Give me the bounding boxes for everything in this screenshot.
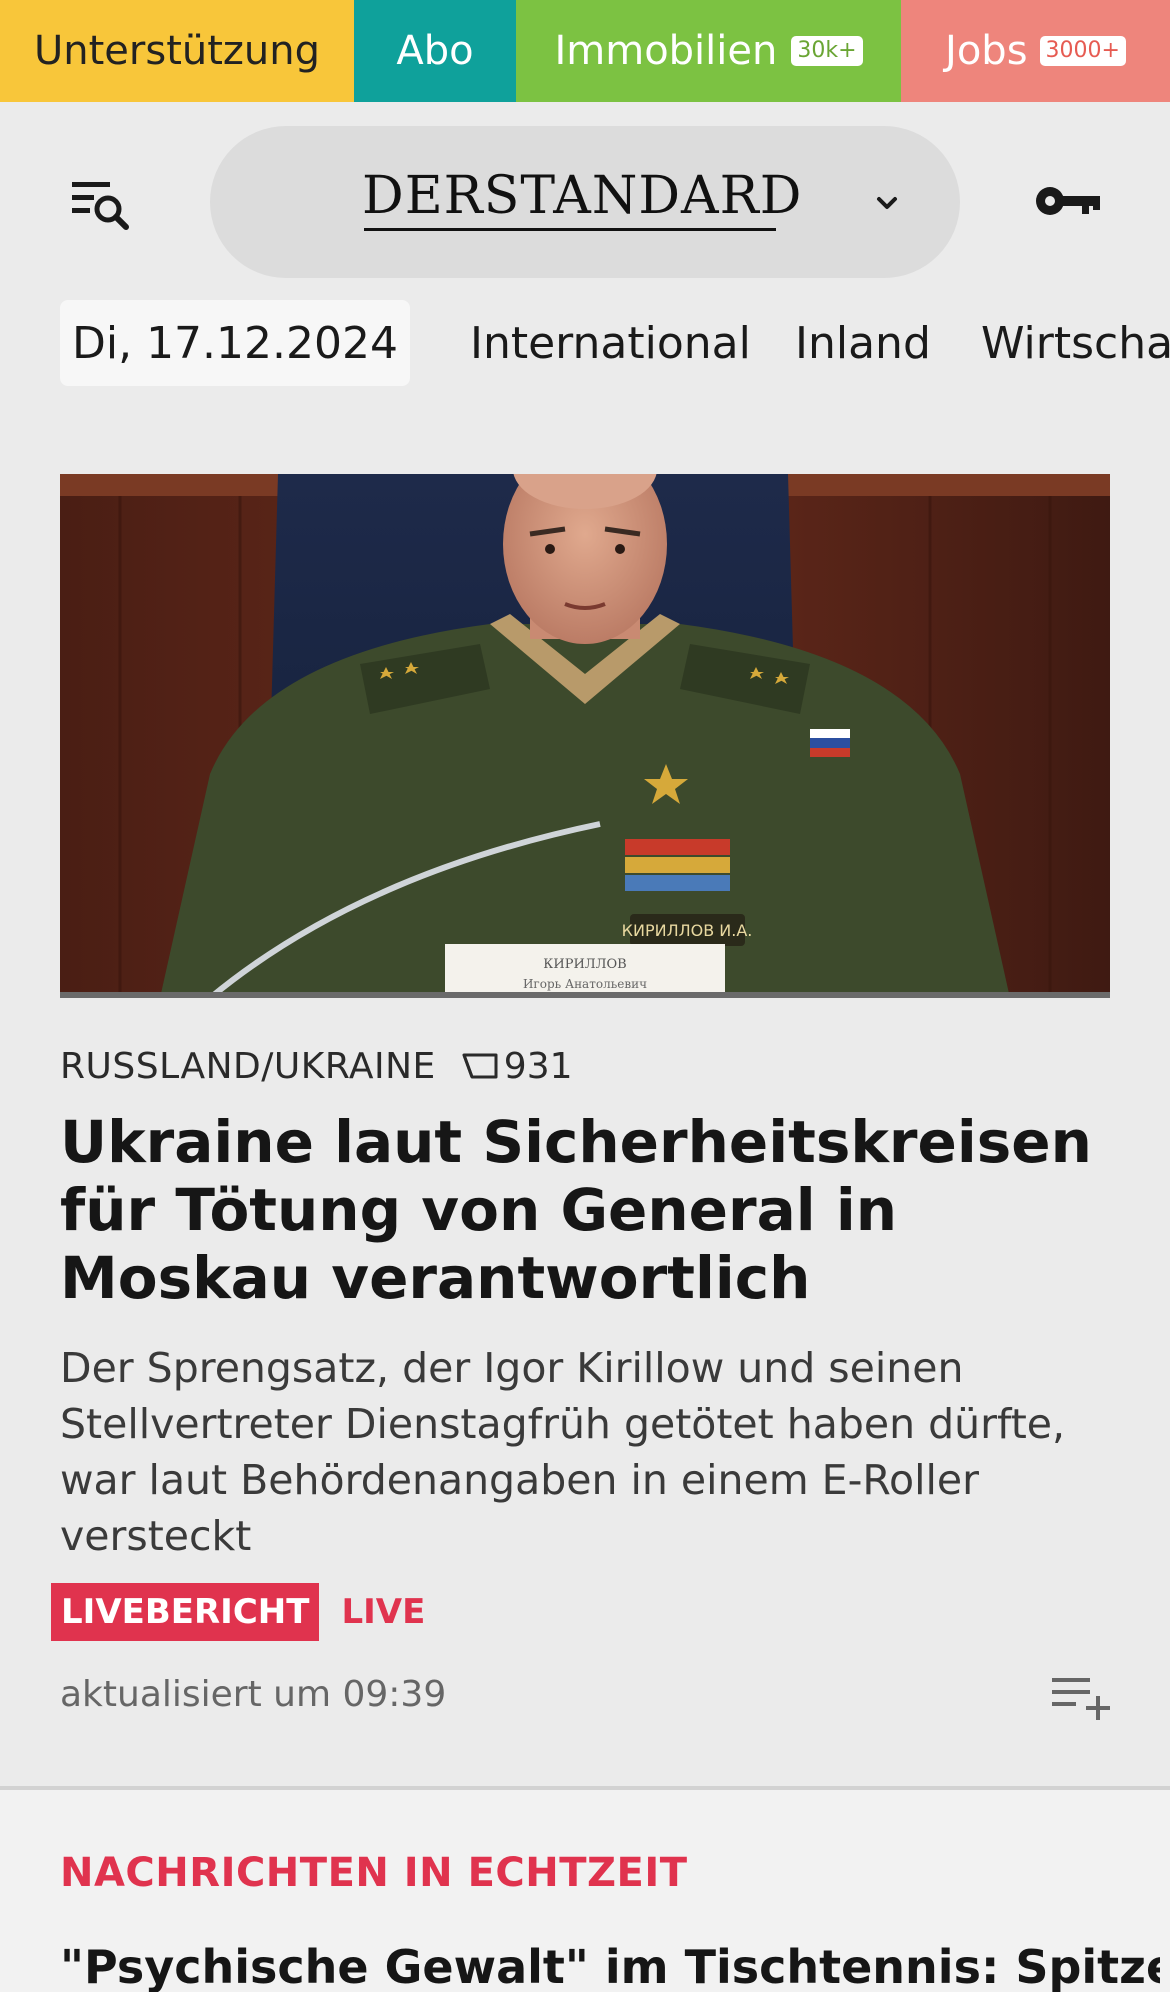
section-nav: Di, 17.12.2024 International Inland Wirt…: [0, 298, 1170, 388]
site-logo: DerStandard: [362, 166, 803, 226]
comment-count[interactable]: 931: [504, 1046, 573, 1087]
playlist-add-icon: [1052, 1678, 1110, 1720]
nav-link-wirtschaft[interactable]: Wirtschaft: [981, 318, 1170, 369]
hero-photo: КИРИЛЛОВ И.А. КИРИЛЛОВ Игорь Анатольевич: [60, 474, 1110, 998]
top-link-bar: Unterstützung Abo Immobilien 30k+ Jobs 3…: [0, 0, 1170, 102]
jobs-link[interactable]: Jobs 3000+: [901, 0, 1170, 102]
realtime-news-title[interactable]: NACHRICHTEN IN ECHTZEIT: [60, 1850, 688, 1896]
article-teaser[interactable]: Der Sprengsatz, der Igor Kirillow und se…: [60, 1340, 1120, 1564]
comment-icon: [462, 1053, 498, 1079]
date-chip[interactable]: Di, 17.12.2024: [60, 300, 410, 386]
menu-search-button[interactable]: [70, 180, 140, 240]
immobilien-link[interactable]: Immobilien 30k+: [516, 0, 901, 102]
updated-timestamp: aktualisiert um 09:39: [60, 1674, 447, 1715]
logo-underline: [364, 228, 776, 231]
abo-label: Abo: [396, 28, 474, 74]
nameplate-line-1: КИРИЛЛОВ: [543, 957, 626, 972]
chevron-down-icon: [877, 197, 897, 209]
add-to-reading-list-button[interactable]: [1050, 1676, 1112, 1722]
article-kicker-row: RUSSLAND/UKRAINE 931: [60, 1044, 573, 1088]
support-link[interactable]: Unterstützung: [0, 0, 354, 102]
key-icon: [1036, 187, 1100, 215]
site-header: DerStandard: [0, 102, 1170, 292]
nameplate-line-2: Игорь Анатольевич: [523, 977, 647, 991]
logo-edition-switcher[interactable]: DerStandard: [210, 126, 960, 278]
realtime-news-headline[interactable]: "Psychische Gewalt" im Tischtennis: Spit…: [60, 1940, 1160, 1992]
uniform-name-patch: КИРИЛЛОВ И.А.: [622, 921, 753, 940]
article-hero-image[interactable]: КИРИЛЛОВ И.А. КИРИЛЛОВ Игорь Анатольевич: [60, 474, 1110, 998]
immobilien-count-badge: 30k+: [791, 36, 863, 66]
live-label: LIVE: [341, 1592, 426, 1632]
immobilien-label: Immobilien: [554, 28, 778, 74]
nav-link-international[interactable]: International: [470, 318, 751, 369]
livebericht-badge: LIVEBERICHT: [51, 1583, 320, 1641]
article-headline[interactable]: Ukraine laut Sicherheitskreisen für Tötu…: [60, 1108, 1120, 1312]
abo-link[interactable]: Abo: [354, 0, 516, 102]
live-indicator: LIVEBERICHT LIVE: [51, 1583, 425, 1641]
menu-search-icon: [72, 182, 129, 230]
jobs-label: Jobs: [945, 28, 1028, 74]
jobs-count-badge: 3000+: [1039, 36, 1126, 66]
article-kicker[interactable]: RUSSLAND/UKRAINE: [60, 1046, 436, 1087]
login-button[interactable]: [1034, 180, 1104, 226]
nav-link-inland[interactable]: Inland: [795, 318, 931, 369]
support-label: Unterstützung: [33, 28, 320, 74]
